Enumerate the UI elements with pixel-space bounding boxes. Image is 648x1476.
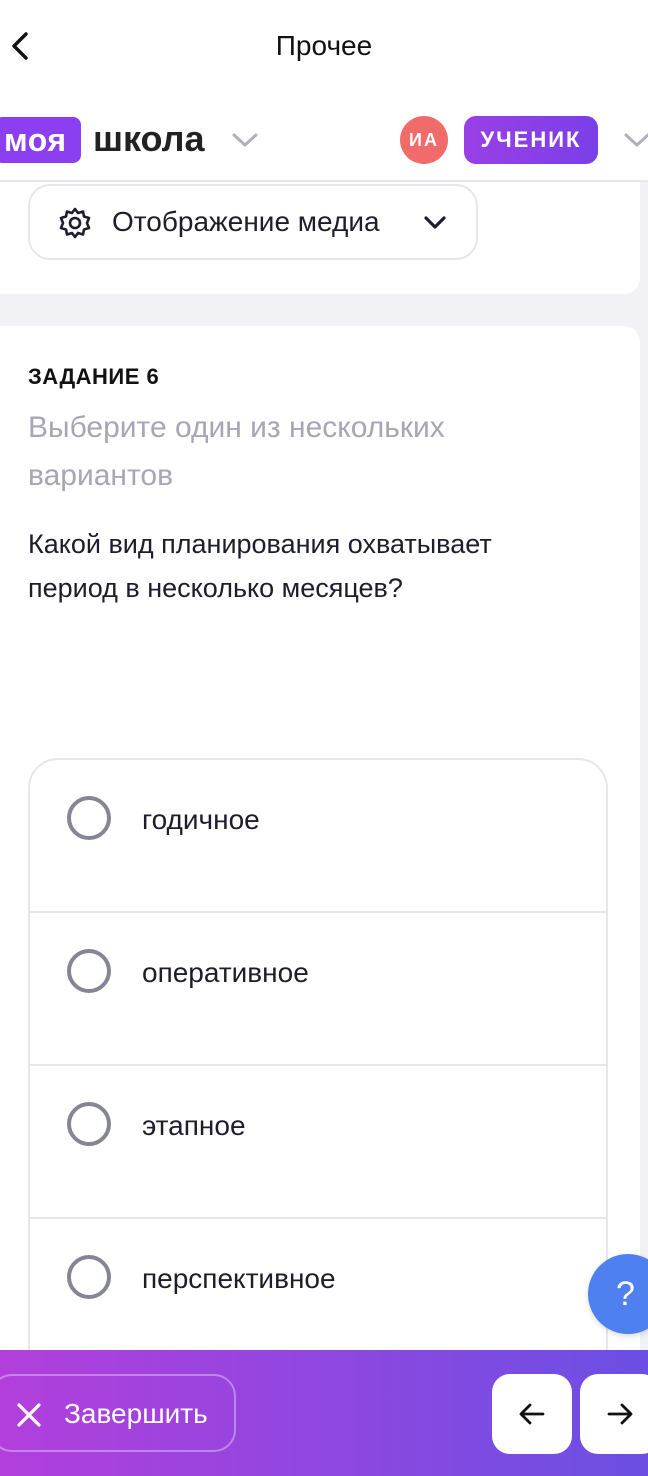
- logo-moya[interactable]: моя: [0, 117, 81, 163]
- answer-option[interactable]: этапное: [30, 1066, 606, 1219]
- answer-option-label: годичное: [142, 804, 260, 835]
- answer-option-label: этапное: [142, 1110, 246, 1141]
- close-icon: [17, 1403, 41, 1427]
- finish-button[interactable]: Завершить: [0, 1374, 236, 1452]
- media-display-dropdown[interactable]: Отображение медиа: [28, 184, 478, 260]
- answer-option[interactable]: оперативное: [30, 913, 606, 1066]
- task-question: Какой вид планирования охватывает период…: [28, 529, 492, 603]
- answer-options: годичное оперативное этапное перспективн…: [28, 758, 608, 1378]
- logo-shkola[interactable]: школа: [93, 114, 205, 164]
- answer-option[interactable]: годичное: [30, 760, 606, 913]
- answer-option-label: оперативное: [142, 957, 309, 988]
- task-card: ЗАДАНИЕ 6 Выберите один из нескольких ва…: [0, 326, 640, 1378]
- media-display-label: Отображение медиа: [112, 206, 380, 237]
- chevron-down-icon[interactable]: [622, 130, 648, 150]
- bottom-action-bar: Завершить: [0, 1350, 648, 1476]
- previous-question-button[interactable]: [492, 1374, 572, 1454]
- role-badge[interactable]: УЧЕНИК: [464, 116, 598, 164]
- top-app-bar: Прочее: [0, 0, 648, 92]
- site-header: моя школа ИА УЧЕНИК: [0, 92, 648, 182]
- radio-button[interactable]: [67, 1102, 111, 1146]
- arrow-left-icon: [519, 1403, 545, 1425]
- chevron-down-icon[interactable]: [230, 130, 260, 150]
- gear-icon: [59, 207, 91, 239]
- page-title: Прочее: [275, 30, 373, 61]
- radio-button[interactable]: [67, 796, 111, 840]
- finish-label: Завершить: [64, 1398, 208, 1429]
- task-number: ЗАДАНИЕ 6: [28, 364, 160, 389]
- answer-option-label: перспективное: [142, 1263, 336, 1294]
- next-question-button[interactable]: [580, 1374, 648, 1454]
- avatar[interactable]: ИА: [400, 116, 448, 164]
- media-settings-card: Отображение медиа: [0, 182, 640, 294]
- arrow-right-icon: [607, 1403, 633, 1425]
- radio-button[interactable]: [67, 1255, 111, 1299]
- chevron-down-icon: [424, 216, 446, 229]
- radio-button[interactable]: [67, 949, 111, 993]
- task-hint: Выберите один из нескольких вариантов: [28, 411, 445, 492]
